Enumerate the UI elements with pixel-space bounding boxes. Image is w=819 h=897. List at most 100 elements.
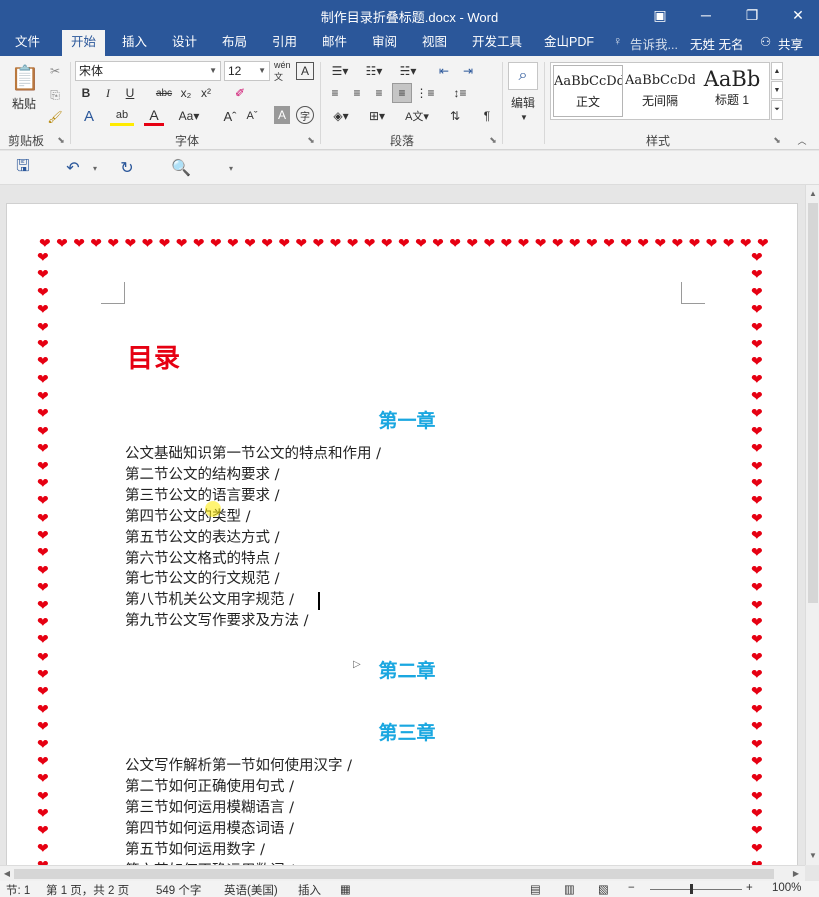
toc-line[interactable]: 公文基础知识第一节公文的特点和作用 / [125, 444, 381, 465]
align-left-icon[interactable]: ≡ [326, 84, 344, 102]
editing-button[interactable]: 编辑 [506, 94, 540, 110]
undo-icon[interactable]: ↶ [62, 158, 84, 178]
superscript-button[interactable]: x² [198, 84, 214, 102]
page-indicator[interactable]: 第 1 页，共 2 页 [46, 882, 129, 897]
toc-line[interactable]: 第四节如何运用模态词语 / [125, 819, 352, 840]
font-size-combo[interactable]: 12 ▼ [224, 61, 270, 81]
style-normal[interactable]: AaBbCcDd 正文 [553, 65, 623, 117]
insert-mode[interactable]: 插入 [298, 882, 321, 897]
print-preview-icon[interactable]: 🔍 [170, 158, 192, 178]
character-shading-icon[interactable]: A [274, 106, 290, 124]
user-name[interactable]: 无姓 无名 [690, 34, 743, 53]
strikethrough-button[interactable]: abc [154, 84, 174, 102]
paste-icon[interactable]: 📋 [10, 62, 40, 94]
chapter-1-heading[interactable]: 第一章 [207, 406, 607, 433]
print-layout-icon[interactable]: ▥ [564, 882, 575, 896]
tab-mailings[interactable]: 邮件 [313, 30, 356, 56]
chevron-down-icon[interactable]: ▼ [516, 112, 532, 122]
subscript-button[interactable]: x₂ [178, 84, 194, 102]
text-effects-icon[interactable]: A [78, 106, 100, 126]
section-indicator[interactable]: 节: 1 [6, 882, 30, 897]
change-case-icon[interactable]: Aa▾ [176, 106, 202, 126]
character-border-icon[interactable]: A [296, 62, 314, 80]
tab-file[interactable]: 文件 [6, 30, 49, 56]
align-center-icon[interactable]: ≡ [348, 84, 366, 102]
read-mode-icon[interactable]: ▤ [530, 882, 541, 896]
paragraph-launcher-icon[interactable]: ⬊ [488, 134, 498, 146]
clear-formatting-icon[interactable]: ✐ [230, 84, 250, 102]
shading-icon[interactable]: ◈▾ [326, 106, 356, 126]
font-launcher-icon[interactable]: ⬊ [306, 134, 316, 146]
toc-line[interactable]: 第五节如何运用数字 / [125, 840, 352, 861]
word-count[interactable]: 549 个字 [156, 882, 201, 897]
tab-layout[interactable]: 布局 [213, 30, 256, 56]
toc-line[interactable]: 公文写作解析第一节如何使用汉字 / [125, 756, 352, 777]
undo-dropdown-icon[interactable]: ▾ [84, 158, 106, 178]
share-button[interactable]: 共享 [778, 34, 803, 53]
scroll-down-icon[interactable]: ▼ [806, 849, 819, 863]
toc-line[interactable]: 第七节公文的行文规范 / [125, 569, 381, 590]
horizontal-scrollbar[interactable]: ◀ ▶ [0, 865, 805, 881]
style-no-spacing[interactable]: AaBbCcDd 无间隔 [625, 65, 695, 117]
phonetic-guide-icon[interactable]: wén文 [274, 60, 292, 82]
zoom-level[interactable]: 100% [772, 882, 801, 894]
horizontal-scroll-thumb[interactable] [14, 869, 774, 879]
bold-button[interactable]: B [78, 84, 94, 102]
sort-icon[interactable]: ⇅ [446, 106, 464, 126]
shrink-font-icon[interactable]: Aˇ [244, 106, 260, 126]
format-painter-icon[interactable]: 🖌 [46, 108, 64, 126]
zoom-in-button[interactable]: + [746, 882, 753, 894]
toc-line[interactable]: 第八节机关公文用字规范 / [125, 590, 381, 611]
close-button[interactable]: ✕ [775, 0, 819, 30]
vertical-scroll-thumb[interactable] [808, 203, 818, 603]
vertical-scrollbar[interactable]: ▲ ▼ [805, 185, 819, 865]
customize-qat-icon[interactable]: ▾ [220, 158, 242, 178]
toc-title[interactable]: 目录 [127, 338, 181, 375]
scroll-right-icon[interactable]: ▶ [789, 867, 803, 881]
font-color-icon[interactable]: A [144, 106, 164, 126]
document-page[interactable]: ❤ ❤ ❤ ❤ ❤ ❤ ❤ ❤ ❤ ❤ ❤ ❤ ❤ ❤ ❤ ❤ ❤ ❤ ❤ ❤ ❤ ❤ ❤ ❤ ❤ ❤ ❤ ❤ ❤ ❤ ❤ ❤ ❤ ❤ ❤ ❤ ❤ ❤ ❤ ❤… [6, 203, 798, 865]
share-icon[interactable]: ⚇ [760, 34, 771, 49]
tab-kingsoft-pdf[interactable]: 金山PDF [535, 30, 603, 56]
line-spacing-icon[interactable]: ↕≡ [446, 84, 474, 102]
show-marks-icon[interactable]: ¶ [478, 106, 496, 126]
language-indicator[interactable]: 英语(美国) [224, 882, 278, 897]
increase-indent-icon[interactable]: ⇥ [458, 62, 478, 80]
clipboard-launcher-icon[interactable]: ⬊ [56, 134, 66, 146]
chapter-1-contents[interactable]: 公文基础知识第一节公文的特点和作用 / 第二节公文的结构要求 / 第三节公文的语言要… [125, 444, 381, 632]
zoom-slider[interactable] [650, 889, 742, 890]
styles-scroll-up-icon[interactable]: ▲ [771, 62, 783, 80]
enclose-characters-icon[interactable]: 字 [296, 106, 314, 124]
maximize-button[interactable]: ❐ [729, 0, 775, 30]
redo-icon[interactable]: ↻ [116, 158, 138, 178]
chapter-3-contents[interactable]: 公文写作解析第一节如何使用汉字 / 第二节如何正确使用句式 / 第三节如何运用模糊语… [125, 756, 352, 865]
toc-line[interactable]: 第二节如何正确使用句式 / [125, 777, 352, 798]
toc-line[interactable]: 第五节公文的表达方式 / [125, 528, 381, 549]
ribbon-display-options-icon[interactable]: ▣ [637, 0, 683, 30]
toc-line[interactable]: 第四节公文的类型 / [125, 507, 381, 528]
tab-design[interactable]: 设计 [163, 30, 206, 56]
styles-launcher-icon[interactable]: ⬊ [772, 134, 782, 146]
highlight-color-icon[interactable]: ab [110, 106, 134, 126]
numbering-icon[interactable]: ☷▾ [360, 62, 388, 80]
document-area[interactable]: ❤ ❤ ❤ ❤ ❤ ❤ ❤ ❤ ❤ ❤ ❤ ❤ ❤ ❤ ❤ ❤ ❤ ❤ ❤ ❤ ❤ ❤ ❤ ❤ ❤ ❤ ❤ ❤ ❤ ❤ ❤ ❤ ❤ ❤ ❤ ❤ ❤ ❤ ❤ ❤… [0, 185, 805, 865]
tab-review[interactable]: 审阅 [363, 30, 406, 56]
distributed-icon[interactable]: ⋮≡ [416, 84, 435, 102]
chinese-layout-icon[interactable]: A文▾ [400, 106, 434, 126]
paste-button[interactable]: 粘贴 [8, 95, 40, 111]
zoom-out-button[interactable]: − [628, 882, 635, 894]
tell-me-box[interactable]: 告诉我... [630, 34, 678, 53]
align-right-icon[interactable]: ≡ [370, 84, 388, 102]
chapter-2-heading[interactable]: 第二章 [207, 656, 607, 683]
font-name-combo[interactable]: 宋体 ▼ [75, 61, 221, 81]
macro-record-icon[interactable]: ▦ [340, 882, 351, 896]
scroll-up-icon[interactable]: ▲ [806, 187, 819, 201]
borders-icon[interactable]: ⊞▾ [362, 106, 392, 126]
underline-button[interactable]: U [122, 84, 138, 102]
bullets-icon[interactable]: ☰▾ [326, 62, 354, 80]
toc-line[interactable]: 第六节公文格式的特点 / [125, 549, 381, 570]
tab-home[interactable]: 开始 [62, 30, 106, 56]
styles-more-icon[interactable]: ⏷ [771, 100, 783, 120]
justify-icon[interactable]: ≡ [392, 83, 412, 103]
toc-line[interactable]: 第三节如何运用模糊语言 / [125, 798, 352, 819]
